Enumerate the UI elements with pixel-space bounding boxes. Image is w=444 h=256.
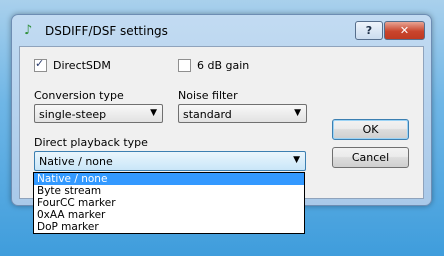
dropdown-arrow-icon: ▼	[293, 155, 300, 165]
direct-playback-type-label: Direct playback type	[34, 136, 148, 149]
close-button[interactable]: ✕	[384, 21, 425, 40]
option-fourcc-marker[interactable]: FourCC marker	[34, 197, 304, 209]
option-byte-stream[interactable]: Byte stream	[34, 185, 304, 197]
gain-6db-checkbox[interactable]: 6 dB gain	[178, 59, 249, 72]
noise-filter-select[interactable]: standard ▼	[178, 104, 307, 123]
directsdm-label: DirectSDM	[53, 59, 111, 72]
window-title: DSDIFF/DSF settings	[45, 24, 168, 38]
gain-6db-label: 6 dB gain	[197, 59, 250, 72]
dropdown-arrow-icon: ▼	[150, 108, 157, 118]
noise-filter-label: Noise filter	[178, 89, 238, 102]
music-note-icon: ♪	[24, 23, 33, 38]
noise-filter-value: standard	[183, 108, 232, 121]
direct-playback-type-select[interactable]: Native / none ▼	[34, 151, 306, 171]
direct-playback-type-value: Native / none	[39, 155, 113, 168]
checkbox-unchecked-icon	[178, 59, 191, 72]
dropdown-arrow-icon: ▼	[294, 108, 301, 118]
help-button[interactable]: ?	[355, 21, 383, 40]
direct-playback-type-options: Native / none Byte stream FourCC marker …	[33, 172, 305, 234]
conversion-type-value: single-steep	[39, 108, 107, 121]
conversion-type-select[interactable]: single-steep ▼	[34, 104, 163, 123]
cancel-button[interactable]: Cancel	[332, 147, 409, 168]
option-native-none[interactable]: Native / none	[34, 173, 304, 185]
title-bar[interactable]: ♪ DSDIFF/DSF settings ? ✕	[12, 15, 431, 47]
conversion-type-label: Conversion type	[34, 89, 124, 102]
option-dop-marker[interactable]: DoP marker	[34, 221, 304, 233]
option-0xaa-marker[interactable]: 0xAA marker	[34, 209, 304, 221]
directsdm-checkbox[interactable]: DirectSDM	[34, 57, 111, 72]
ok-button[interactable]: OK	[332, 119, 409, 140]
checkbox-checked-icon	[34, 57, 47, 72]
